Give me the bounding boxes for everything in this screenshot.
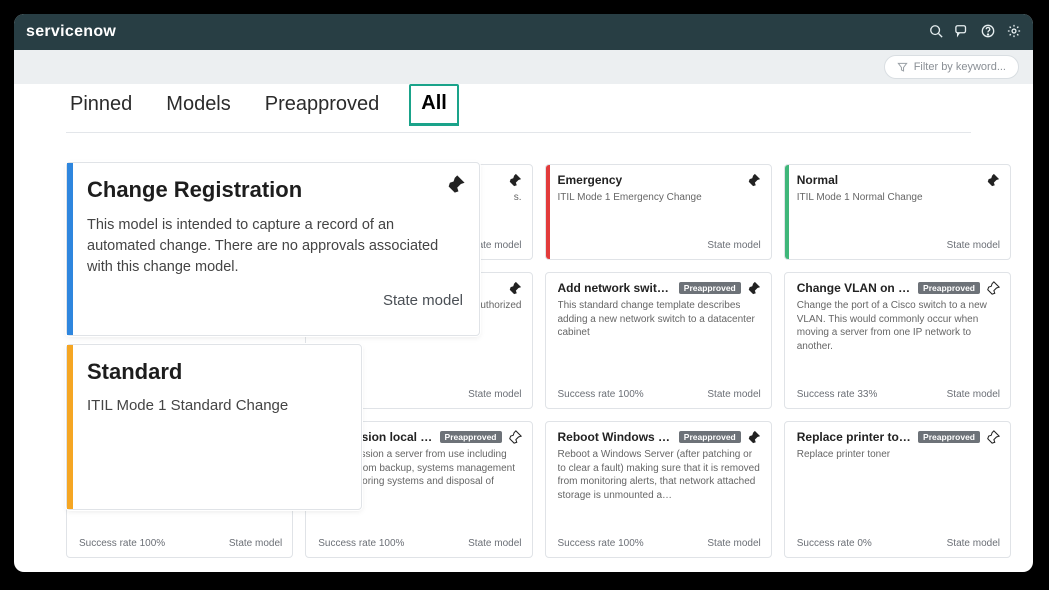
card-title: Change VLAN on a Cisc… xyxy=(797,281,912,295)
pin-icon[interactable] xyxy=(747,173,761,187)
card-accent xyxy=(67,345,73,509)
card-normal[interactable]: Normal ITIL Mode 1 Normal Change State m… xyxy=(784,164,1011,260)
gear-icon[interactable] xyxy=(1007,24,1021,41)
help-icon[interactable] xyxy=(981,24,995,41)
card-title: Reboot Windows Server xyxy=(558,430,673,444)
state-model-link[interactable]: State model xyxy=(468,389,521,400)
card-desc: Reboot a Windows Server (after patching … xyxy=(558,448,761,502)
card-desc: ITIL Mode 1 Normal Change xyxy=(797,191,1000,205)
card-accent xyxy=(546,165,550,259)
subbar: Filter by keyword... xyxy=(14,50,1033,84)
magnified-card-change-registration[interactable]: Change Registration This model is intend… xyxy=(66,162,480,336)
pin-icon[interactable] xyxy=(508,174,522,191)
tab-all[interactable]: All xyxy=(409,84,459,126)
pin-icon[interactable] xyxy=(747,281,761,295)
success-rate: Success rate 100% xyxy=(318,538,404,549)
tab-preapproved[interactable]: Preapproved xyxy=(261,85,384,126)
pin-icon[interactable] xyxy=(986,173,1000,187)
success-rate: Success rate 100% xyxy=(558,389,644,400)
card-desc: ITIL Mode 1 Standard Change xyxy=(87,395,345,417)
card-title: Replace printer toner xyxy=(797,430,912,444)
card-desc: ITIL Mode 1 Emergency Change xyxy=(558,191,761,205)
card-accent xyxy=(67,163,73,335)
card-add-network-switch[interactable]: Add network switch to … Preapproved This… xyxy=(545,272,772,409)
card-title: Add network switch to … xyxy=(558,281,673,295)
pin-icon[interactable] xyxy=(986,430,1000,444)
card-change-vlan[interactable]: Change VLAN on a Cisc… Preapproved Chang… xyxy=(784,272,1011,409)
state-model-link[interactable]: State model xyxy=(468,538,521,549)
card-desc: Replace printer toner xyxy=(797,448,1000,462)
funnel-icon xyxy=(897,62,908,73)
card-accent xyxy=(785,165,789,259)
card-reboot-windows[interactable]: Reboot Windows Server Preapproved Reboot… xyxy=(545,421,772,558)
state-model-link[interactable]: tate model xyxy=(475,240,522,251)
success-rate: Success rate 33% xyxy=(797,389,878,400)
card-desc: Change the port of a Cisco switch to a n… xyxy=(797,299,1000,353)
success-rate: Success rate 0% xyxy=(797,538,872,549)
search-icon[interactable] xyxy=(929,24,943,41)
pin-icon[interactable] xyxy=(986,281,1000,295)
card-desc: This standard change template describes … xyxy=(558,299,761,340)
filter-placeholder: Filter by keyword... xyxy=(914,61,1006,73)
card-replace-toner[interactable]: Replace printer toner Preapproved Replac… xyxy=(784,421,1011,558)
card-title: Emergency xyxy=(558,173,623,187)
topbar: servicenow xyxy=(14,14,1033,50)
state-model-link[interactable]: State model xyxy=(87,292,463,309)
state-model-link[interactable]: State model xyxy=(707,389,760,400)
card-emergency[interactable]: Emergency ITIL Mode 1 Emergency Change S… xyxy=(545,164,772,260)
preapproved-badge: Preapproved xyxy=(679,282,741,294)
state-model-link[interactable]: State model xyxy=(707,240,760,251)
preapproved-badge: Preapproved xyxy=(440,431,502,443)
brand-logo: servicenow xyxy=(26,23,116,41)
preapproved-badge: Preapproved xyxy=(918,282,980,294)
chat-icon[interactable] xyxy=(955,24,969,41)
filter-input[interactable]: Filter by keyword... xyxy=(884,55,1019,79)
pin-icon[interactable] xyxy=(508,430,522,444)
tabs: Pinned Models Preapproved All xyxy=(66,84,971,133)
state-model-link[interactable]: State model xyxy=(707,538,760,549)
tab-models[interactable]: Models xyxy=(162,85,234,126)
pin-icon[interactable] xyxy=(747,430,761,444)
success-rate: Success rate 100% xyxy=(558,538,644,549)
tab-pinned[interactable]: Pinned xyxy=(66,85,136,126)
state-model-link[interactable]: State model xyxy=(947,240,1000,251)
pin-icon[interactable] xyxy=(446,174,466,194)
card-desc: This model is intended to capture a reco… xyxy=(87,215,463,278)
card-title: Normal xyxy=(797,173,838,187)
magnified-card-standard[interactable]: Standard ITIL Mode 1 Standard Change xyxy=(66,344,362,510)
state-model-link[interactable]: State model xyxy=(947,538,1000,549)
preapproved-badge: Preapproved xyxy=(918,431,980,443)
card-title: Change Registration xyxy=(87,177,302,203)
preapproved-badge: Preapproved xyxy=(679,431,741,443)
success-rate: Success rate 100% xyxy=(79,538,165,549)
state-model-link[interactable]: State model xyxy=(947,389,1000,400)
pin-icon[interactable] xyxy=(508,282,522,299)
card-title: Standard xyxy=(87,359,345,385)
state-model-link[interactable]: State model xyxy=(229,538,282,549)
